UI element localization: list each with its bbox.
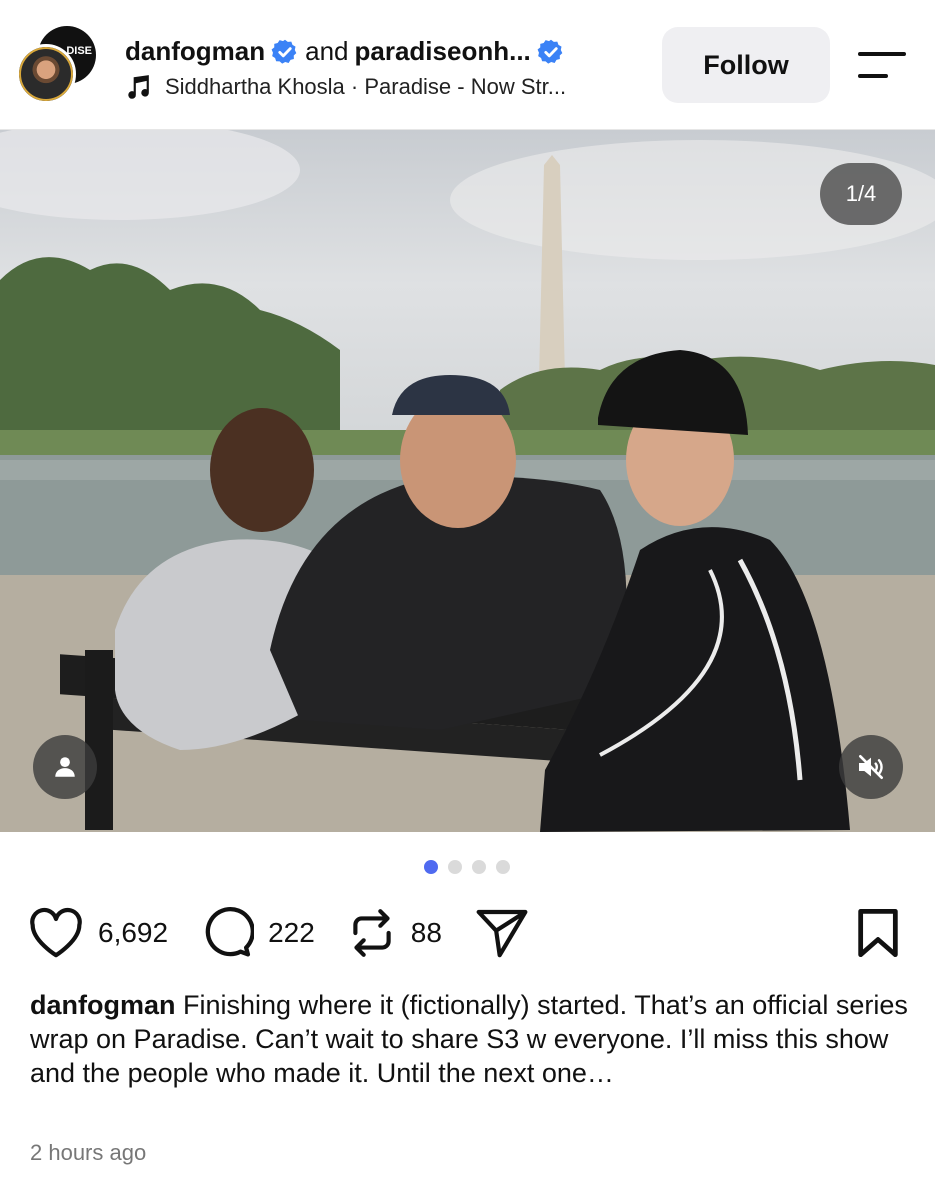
audio-track[interactable]: Siddhartha Khosla · Paradise - Now Str..…	[125, 74, 566, 100]
avatar-stack[interactable]: DISE	[16, 24, 96, 104]
tagged-people-button[interactable]	[33, 735, 97, 799]
carousel-dot-4[interactable]	[496, 860, 510, 874]
author-names: danfogman and paradiseonh...	[125, 36, 565, 67]
post-photo[interactable]	[0, 130, 935, 832]
audio-track-label: Siddhartha Khosla · Paradise - Now Str..…	[165, 74, 567, 99]
caption-username[interactable]: danfogman	[30, 990, 176, 1020]
mute-button[interactable]	[839, 735, 903, 799]
comment-button[interactable]: 222	[200, 906, 315, 960]
action-bar: 6,692 222 88	[28, 903, 562, 963]
share-icon	[476, 909, 528, 958]
verified-badge-icon	[271, 39, 297, 64]
bookmark-icon[interactable]	[855, 907, 901, 959]
like-button[interactable]: 6,692	[28, 907, 168, 959]
heart-icon	[30, 907, 82, 958]
carousel-dot-2[interactable]	[448, 860, 462, 874]
repost-count: 88	[410, 917, 442, 948]
follow-button[interactable]: Follow	[662, 27, 830, 103]
slide-counter: 1/4	[820, 163, 902, 225]
like-count: 6,692	[98, 917, 169, 948]
music-note-icon	[128, 75, 149, 99]
menu-icon[interactable]	[856, 50, 908, 80]
person-icon	[55, 757, 75, 777]
carousel-dots	[424, 860, 510, 874]
share-button[interactable]	[474, 907, 530, 959]
username-danfogman[interactable]: danfogman	[125, 36, 265, 67]
post-caption: danfogman Finishing where it (fictionall…	[30, 988, 910, 1090]
repost-button[interactable]: 88	[347, 906, 442, 960]
muted-speaker-icon	[859, 755, 883, 779]
username-paradiseonhulu[interactable]: paradiseonh...	[355, 36, 531, 67]
verified-badge-icon	[537, 39, 563, 64]
post-header: DISE danfogman and paradiseonh... Siddha…	[0, 0, 935, 130]
carousel-dot-1[interactable]	[424, 860, 438, 874]
avatar-danfogman[interactable]	[16, 44, 76, 104]
comment-icon	[205, 906, 255, 957]
comment-count: 222	[268, 917, 315, 948]
photo-scene	[0, 130, 935, 832]
repost-icon	[353, 909, 391, 957]
names-conjunction: and	[305, 36, 349, 66]
post-timestamp: 2 hours ago	[30, 1140, 147, 1165]
carousel-dot-3[interactable]	[472, 860, 486, 874]
